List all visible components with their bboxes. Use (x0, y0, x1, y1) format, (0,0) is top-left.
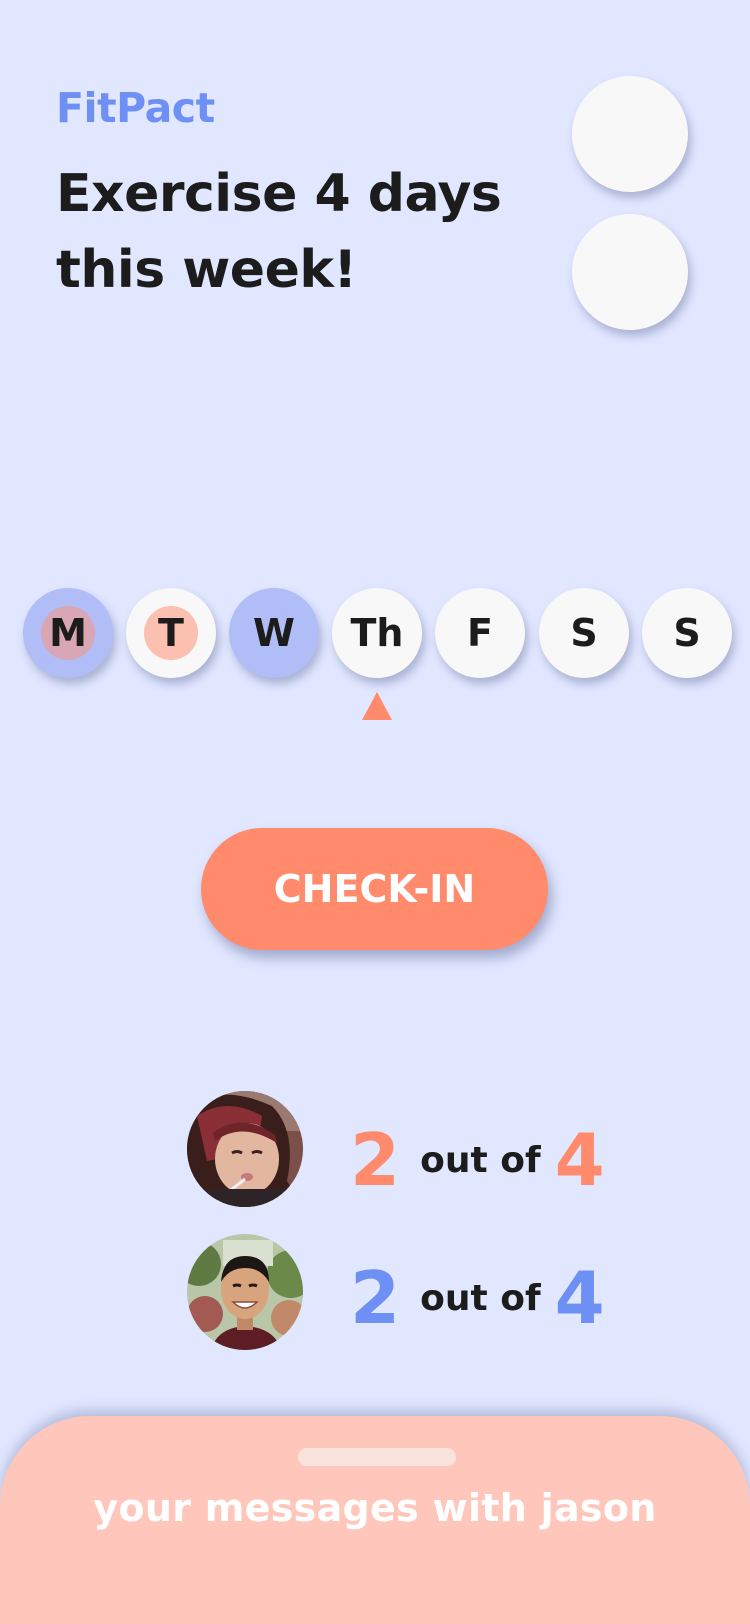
drawer-handle[interactable] (298, 1448, 456, 1466)
today-marker-icon (362, 692, 392, 720)
day-friday[interactable]: F (435, 588, 525, 678)
day-tuesday[interactable]: T (126, 588, 216, 678)
top-action-button-2[interactable] (572, 214, 688, 330)
day-label: M (49, 611, 87, 655)
day-monday[interactable]: M (23, 588, 113, 678)
jason-progress: 2 out of 4 (350, 1243, 605, 1353)
avatar-partner (187, 1091, 303, 1207)
partner-progress: 2 out of 4 (350, 1105, 605, 1215)
app-title: FitPact (56, 84, 215, 132)
top-action-button-1[interactable] (572, 76, 688, 192)
day-label: T (158, 611, 184, 655)
jason-progress-goal: 4 (554, 1256, 605, 1340)
messages-drawer[interactable]: your messages with jason (0, 1416, 750, 1624)
day-label: S (673, 611, 701, 655)
jason-progress-out-of: out of (420, 1277, 541, 1319)
day-label: S (570, 611, 598, 655)
day-label: W (253, 611, 295, 655)
day-saturday[interactable]: S (539, 588, 629, 678)
day-label: Th (350, 611, 404, 655)
day-wednesday[interactable]: W (229, 588, 319, 678)
app-screen: FitPact Exercise 4 days this week! M T W… (0, 0, 750, 1624)
avatar-jason (187, 1234, 303, 1350)
day-thursday[interactable]: Th (332, 588, 422, 678)
day-sunday[interactable]: S (642, 588, 732, 678)
day-label: F (467, 611, 493, 655)
jason-progress-done: 2 (350, 1256, 401, 1340)
partner-progress-out-of: out of (420, 1139, 541, 1181)
check-in-button[interactable]: CHECK-IN (201, 828, 548, 950)
partner-progress-done: 2 (350, 1118, 401, 1202)
messages-label: your messages with jason (93, 1486, 657, 1530)
partner-progress-goal: 4 (554, 1118, 605, 1202)
goal-heading: Exercise 4 days this week! (56, 164, 502, 300)
